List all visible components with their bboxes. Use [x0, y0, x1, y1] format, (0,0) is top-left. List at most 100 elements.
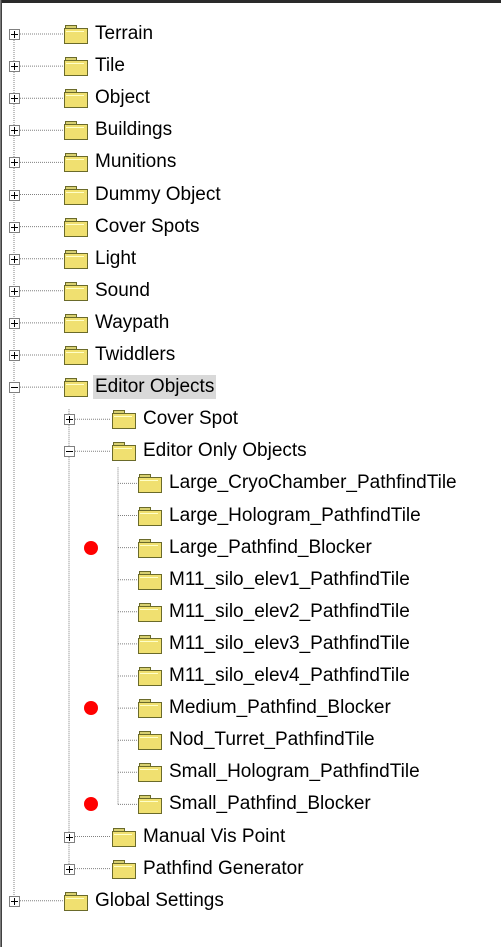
- red-dot-marker: [84, 701, 98, 716]
- tree-node-label[interactable]: Cover Spot: [141, 407, 240, 431]
- tree-node-label[interactable]: M11_silo_elev4_PathfindTile: [167, 664, 412, 688]
- tree-node-buildings[interactable]: Buildings: [0, 115, 501, 146]
- collapse-minus-icon[interactable]: [64, 446, 75, 458]
- tree-node-tile[interactable]: Tile: [0, 51, 501, 82]
- tree-node-label[interactable]: Twiddlers: [93, 343, 177, 367]
- folder-icon: [64, 25, 88, 44]
- tree-node-label[interactable]: Large_Hologram_PathfindTile: [167, 504, 423, 528]
- expand-plus-icon[interactable]: [9, 895, 20, 907]
- tree-node-terrain[interactable]: Terrain: [0, 19, 501, 50]
- folder-icon: [112, 442, 136, 462]
- tree-node-global-settings[interactable]: Global Settings: [0, 886, 501, 917]
- tree-node-pathfind-generator[interactable]: Pathfind Generator: [0, 854, 501, 885]
- tree-node-m11-silo-elev2[interactable]: M11_silo_elev2_PathfindTile: [0, 597, 501, 628]
- tree-node-cover-spot[interactable]: Cover Spot: [0, 404, 501, 435]
- expand-plus-icon[interactable]: [9, 189, 20, 201]
- expand-plus-icon[interactable]: [9, 317, 20, 329]
- expand-plus-icon[interactable]: [9, 125, 20, 137]
- tree-node-waypath[interactable]: Waypath: [0, 308, 501, 339]
- tree-node-label[interactable]: Large_Pathfind_Blocker: [167, 536, 374, 560]
- expand-plus-icon[interactable]: [9, 253, 20, 265]
- tree-node-label[interactable]: Nod_Turret_PathfindTile: [167, 728, 377, 752]
- tree-node-label[interactable]: Editor Only Objects: [141, 439, 309, 463]
- folder-icon: [138, 699, 162, 719]
- tree-node-label[interactable]: Munitions: [93, 150, 178, 174]
- tree-node-small-pathfind-blocker[interactable]: Small_Pathfind_Blocker: [0, 789, 501, 820]
- tree-node-large-pathfind-blocker[interactable]: Large_Pathfind_Blocker: [0, 533, 501, 564]
- tree-node-label[interactable]: Manual Vis Point: [141, 825, 287, 849]
- tree-node-m11-silo-elev1[interactable]: M11_silo_elev1_PathfindTile: [0, 565, 501, 596]
- tree-node-label[interactable]: M11_silo_elev3_PathfindTile: [167, 632, 412, 656]
- expand-plus-icon[interactable]: [9, 285, 20, 297]
- folder-icon: [138, 474, 162, 494]
- expand-plus-icon[interactable]: [9, 93, 20, 105]
- tree-node-cover-spots[interactable]: Cover Spots: [0, 212, 501, 243]
- expand-plus-icon[interactable]: [9, 29, 20, 40]
- folder-icon: [64, 57, 88, 77]
- expand-plus-icon[interactable]: [9, 61, 20, 73]
- tree-node-m11-silo-elev4[interactable]: M11_silo_elev4_PathfindTile: [0, 661, 501, 692]
- tree-node-editor-only-objects[interactable]: Editor Only Objects: [0, 436, 501, 467]
- folder-icon: [138, 634, 162, 654]
- folder-icon: [64, 378, 88, 398]
- folder-icon: [138, 795, 162, 815]
- tree-node-label[interactable]: Large_CryoChamber_PathfindTile: [167, 471, 459, 495]
- expand-plus-icon[interactable]: [64, 863, 75, 875]
- tree-node-label[interactable]: Small_Hologram_PathfindTile: [167, 760, 422, 784]
- tree-node-label[interactable]: Terrain: [93, 22, 155, 46]
- tree-node-label[interactable]: Waypath: [93, 311, 171, 335]
- folder-icon: [64, 185, 88, 205]
- tree-node-label[interactable]: Light: [93, 247, 138, 271]
- tree-node-label[interactable]: Global Settings: [93, 889, 226, 913]
- tree-node-sound[interactable]: Sound: [0, 276, 501, 307]
- tree-node-light[interactable]: Light: [0, 244, 501, 275]
- folder-icon: [112, 827, 136, 847]
- folder-icon: [112, 859, 136, 879]
- folder-icon: [64, 313, 88, 333]
- tree-node-medium-pathfind-blocker[interactable]: Medium_Pathfind_Blocker: [0, 693, 501, 724]
- expand-plus-icon[interactable]: [9, 221, 20, 233]
- folder-icon: [64, 153, 88, 173]
- red-dot-marker: [84, 797, 98, 812]
- expand-plus-icon[interactable]: [9, 157, 20, 169]
- folder-icon: [138, 667, 162, 686]
- tree-node-label[interactable]: Tile: [93, 54, 127, 78]
- folder-icon: [112, 410, 136, 430]
- folder-icon: [138, 731, 162, 751]
- folder-icon: [64, 217, 88, 237]
- tree-node-dummy-object[interactable]: Dummy Object: [0, 180, 501, 211]
- tree-node-label[interactable]: Cover Spots: [93, 215, 202, 239]
- tree-node-object[interactable]: Object: [0, 83, 501, 114]
- tree-node-label[interactable]: Small_Pathfind_Blocker: [167, 792, 373, 816]
- folder-icon: [64, 89, 88, 109]
- tree-node-m11-silo-elev3[interactable]: M11_silo_elev3_PathfindTile: [0, 629, 501, 660]
- expand-plus-icon[interactable]: [64, 414, 75, 426]
- folder-icon: [138, 763, 162, 783]
- tree-node-label[interactable]: Editor Objects: [93, 375, 217, 400]
- tree-node-label[interactable]: M11_silo_elev1_PathfindTile: [167, 568, 412, 592]
- folder-icon: [64, 281, 88, 301]
- object-tree-view[interactable]: Terrain Tile Object Buildings Munitions Dummy…: [0, 0, 501, 947]
- expand-plus-icon[interactable]: [64, 831, 75, 843]
- tree-node-small-hologram[interactable]: Small_Hologram_PathfindTile: [0, 757, 501, 788]
- expand-plus-icon[interactable]: [9, 350, 20, 361]
- tree-node-label[interactable]: Object: [93, 86, 152, 110]
- tree-node-manual-vis-point[interactable]: Manual Vis Point: [0, 822, 501, 853]
- tree-node-label[interactable]: M11_silo_elev2_PathfindTile: [167, 600, 412, 624]
- folder-icon: [64, 121, 88, 141]
- tree-node-large-hologram[interactable]: Large_Hologram_PathfindTile: [0, 501, 501, 532]
- collapse-minus-icon[interactable]: [9, 382, 20, 394]
- tree-node-munitions[interactable]: Munitions: [0, 147, 501, 178]
- tree-node-nod-turret[interactable]: Nod_Turret_PathfindTile: [0, 725, 501, 756]
- tree-node-label[interactable]: Medium_Pathfind_Blocker: [167, 696, 393, 720]
- tree-node-editor-objects[interactable]: Editor Objects: [0, 372, 501, 403]
- tree-node-label[interactable]: Buildings: [93, 118, 174, 142]
- folder-icon: [64, 346, 88, 365]
- tree-node-label[interactable]: Sound: [93, 279, 152, 303]
- folder-icon: [138, 602, 162, 622]
- tree-node-label[interactable]: Dummy Object: [93, 183, 223, 207]
- tree-node-twiddlers[interactable]: Twiddlers: [0, 340, 501, 371]
- tree-node-large-cryochamber[interactable]: Large_CryoChamber_PathfindTile: [0, 468, 501, 499]
- folder-icon: [138, 538, 162, 558]
- tree-node-label[interactable]: Pathfind Generator: [141, 857, 306, 881]
